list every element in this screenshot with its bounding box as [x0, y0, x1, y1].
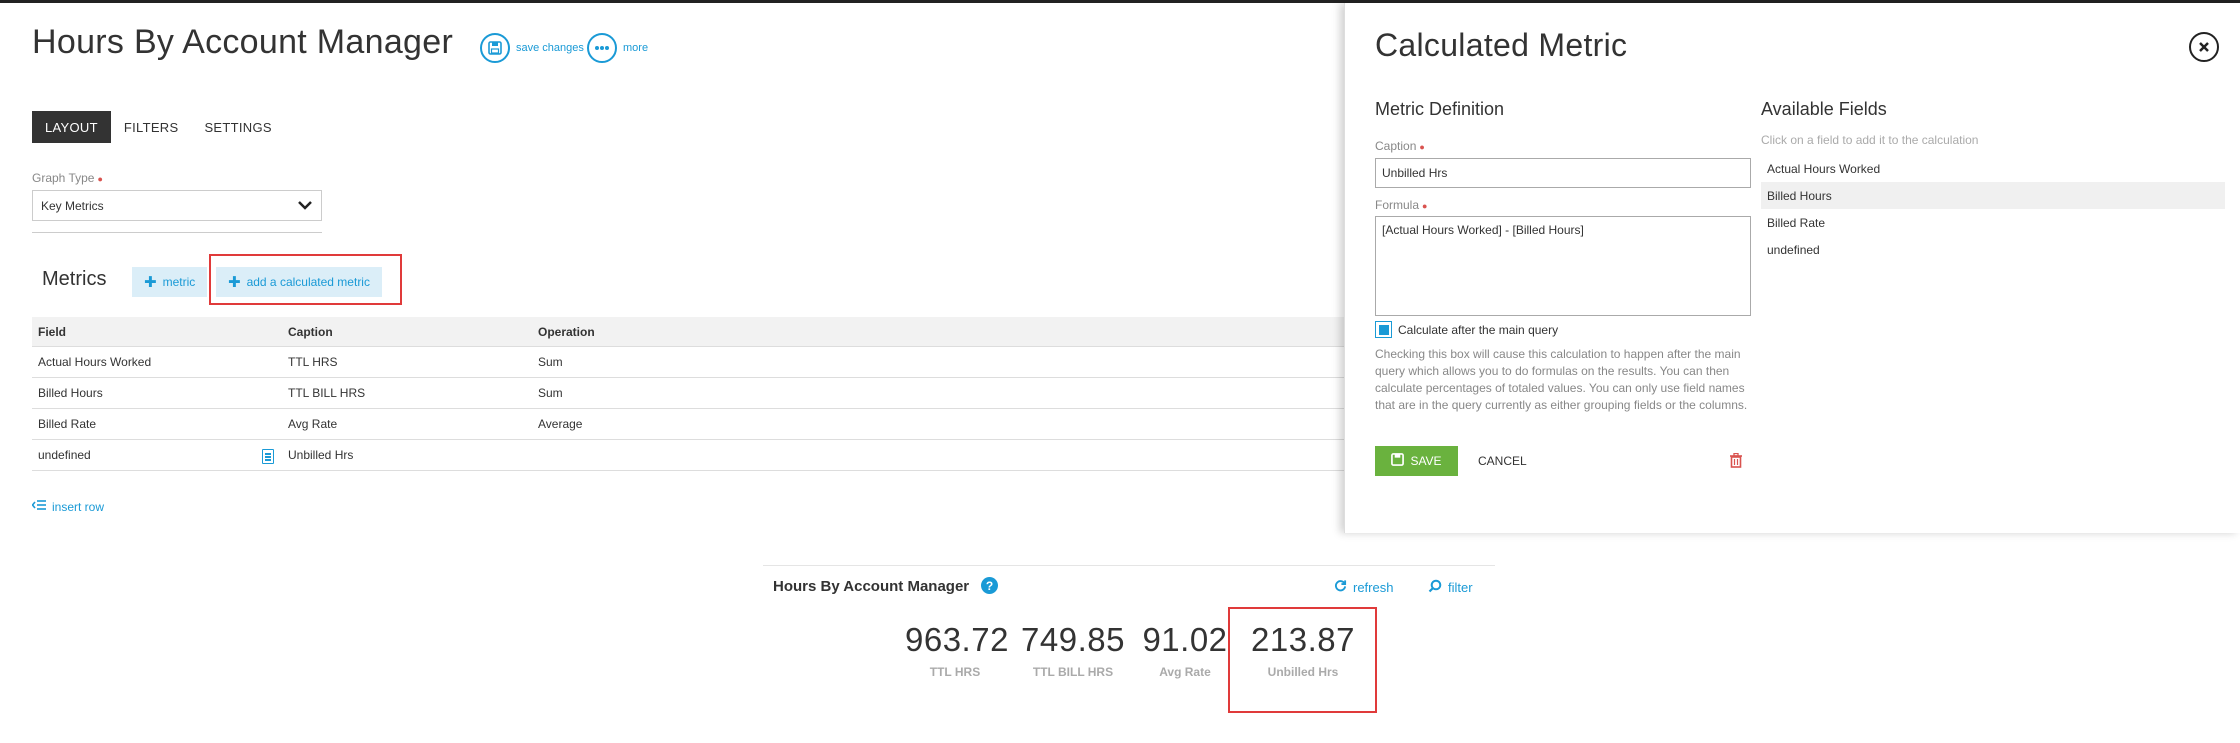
tab-settings[interactable]: SETTINGS	[191, 111, 284, 143]
tab-layout[interactable]: LAYOUT	[32, 111, 111, 143]
operation-cell: Sum	[538, 355, 563, 369]
kpi-label: TTL HRS	[929, 665, 981, 679]
caption-cell: Avg Rate	[288, 417, 338, 431]
divider	[32, 232, 322, 233]
checkbox-checked-mark	[1378, 324, 1389, 335]
available-fields-heading: Available Fields	[1761, 99, 1887, 119]
list-item[interactable]: undefined	[1761, 236, 2225, 263]
table-header: Field Caption Operation	[32, 317, 1344, 347]
help-text: Checking this box will cause this calcul…	[1375, 347, 1748, 412]
kpi-tile: 91.02 Avg Rate	[1140, 621, 1230, 679]
kpi-label: TTL BILL HRS	[1032, 665, 1114, 679]
field-cell: undefined	[38, 448, 91, 462]
formula-label: Formula ●	[1375, 198, 1427, 212]
graph-type-label: Graph Type ●	[32, 171, 103, 185]
panel-title: Calculated Metric	[1375, 27, 1628, 63]
column-header: Field	[38, 324, 67, 339]
close-icon[interactable]	[2189, 32, 2219, 62]
metrics-heading: Metrics	[42, 268, 107, 290]
metrics-table: Field Caption Operation Actual Hours Wor…	[32, 317, 1344, 471]
chevron-down-icon	[297, 199, 313, 213]
filter-label: filter	[1448, 580, 1473, 595]
kpi-label: Avg Rate	[1159, 665, 1211, 679]
refresh-label: refresh	[1353, 579, 1394, 595]
page-title: Hours By Account Manager	[32, 23, 454, 61]
report-editor: Hours By Account Manager save changes mo…	[0, 3, 1344, 533]
cancel-button[interactable]: CANCEL	[1478, 446, 1527, 476]
kpi-value: 749.85	[1021, 621, 1125, 658]
tab-filters[interactable]: FILTERS	[111, 111, 192, 143]
field-cell: Billed Hours	[38, 386, 103, 400]
editor-tabs: LAYOUT FILTERS SETTINGS	[32, 111, 285, 143]
required-marker: ●	[1422, 201, 1428, 211]
caption-label: Caption ●	[1375, 139, 1425, 153]
more-icon	[587, 33, 617, 63]
list-item[interactable]: Billed Rate	[1761, 209, 2225, 236]
table-row[interactable]: Billed Hours TTL BILL HRS Sum	[32, 378, 1344, 409]
save-icon	[480, 33, 510, 63]
refresh-button[interactable]: refresh	[1334, 579, 1393, 595]
available-fields-list: Actual Hours Worked Billed Hours Billed …	[1761, 155, 2225, 263]
key-metrics-widget: Hours By Account Manager ? refresh filte…	[763, 565, 1495, 715]
table-row[interactable]: Billed Rate Avg Rate Average	[32, 409, 1344, 440]
save-label: SAVE	[1410, 454, 1442, 468]
kpi-tile: 749.85 TTL BILL HRS	[1018, 621, 1128, 679]
list-item[interactable]: Actual Hours Worked	[1761, 155, 2225, 182]
calculated-metric-panel: Calculated Metric Metric Definition Capt…	[1344, 3, 2240, 533]
graph-type-select[interactable]: Key Metrics	[32, 190, 322, 221]
insert-row-icon	[31, 499, 46, 514]
search-icon	[1428, 579, 1442, 596]
list-item[interactable]: Billed Hours	[1761, 182, 2225, 209]
help-icon[interactable]: ?	[981, 577, 998, 594]
more-label: more	[623, 42, 649, 54]
kpi-value: 963.72	[905, 621, 1009, 658]
save-icon	[1391, 453, 1405, 469]
add-metric-label: metric	[162, 275, 196, 289]
checkbox-label: Calculate after the main query	[1398, 322, 1559, 337]
trash-icon[interactable]	[1729, 452, 1743, 473]
add-metric-button[interactable]: ✚ metric	[132, 267, 208, 297]
column-header: Operation	[538, 324, 595, 339]
highlight-box	[1228, 607, 1377, 713]
table-row[interactable]: Actual Hours Worked TTL HRS Sum	[32, 347, 1344, 378]
field-cell-wrap: undefined	[32, 448, 282, 464]
available-fields-hint: Click on a field to add it to the calcul…	[1761, 133, 1979, 147]
graph-type-value: Key Metrics	[41, 198, 104, 213]
column-header: Caption	[288, 324, 333, 339]
table-row[interactable]: undefined Unbilled Hrs	[32, 440, 1344, 471]
highlight-box	[209, 254, 402, 305]
insert-row-link[interactable]: insert row	[31, 499, 105, 514]
insert-row-label: insert row	[52, 499, 105, 514]
checkbox-icon[interactable]	[1375, 321, 1392, 338]
caption-input[interactable]	[1375, 158, 1751, 188]
more-button[interactable]: more	[587, 33, 648, 63]
plus-icon: ✚	[144, 273, 157, 291]
save-changes-label: save changes	[516, 42, 584, 54]
operation-cell: Average	[538, 417, 583, 431]
caption-label-text: Caption	[1375, 139, 1417, 153]
formula-textarea[interactable]: [Actual Hours Worked] - [Billed Hours]	[1375, 216, 1751, 316]
field-cell: Billed Rate	[38, 417, 97, 431]
kpi-tile: 963.72 TTL HRS	[905, 621, 1009, 679]
widget-title: Hours By Account Manager	[773, 578, 970, 595]
calculator-icon[interactable]	[262, 449, 274, 464]
operation-cell: Sum	[538, 386, 563, 400]
save-button[interactable]: SAVE	[1375, 446, 1458, 476]
formula-label-text: Formula	[1375, 198, 1420, 212]
caption-cell: TTL HRS	[288, 355, 338, 369]
calculate-after-checkbox-row: Calculate after the main query	[1375, 321, 1558, 338]
kpi-value: 91.02	[1142, 621, 1228, 658]
graph-type-label-text: Graph Type	[32, 171, 95, 185]
metric-definition-heading: Metric Definition	[1375, 99, 1505, 119]
caption-cell: TTL BILL HRS	[288, 386, 366, 400]
required-marker: ●	[97, 174, 103, 184]
caption-cell: Unbilled Hrs	[288, 448, 354, 462]
filter-button[interactable]: filter	[1428, 579, 1473, 596]
save-changes-button[interactable]: save changes	[480, 33, 584, 63]
required-marker: ●	[1419, 142, 1425, 152]
refresh-icon	[1334, 579, 1347, 595]
field-cell: Actual Hours Worked	[38, 355, 152, 369]
